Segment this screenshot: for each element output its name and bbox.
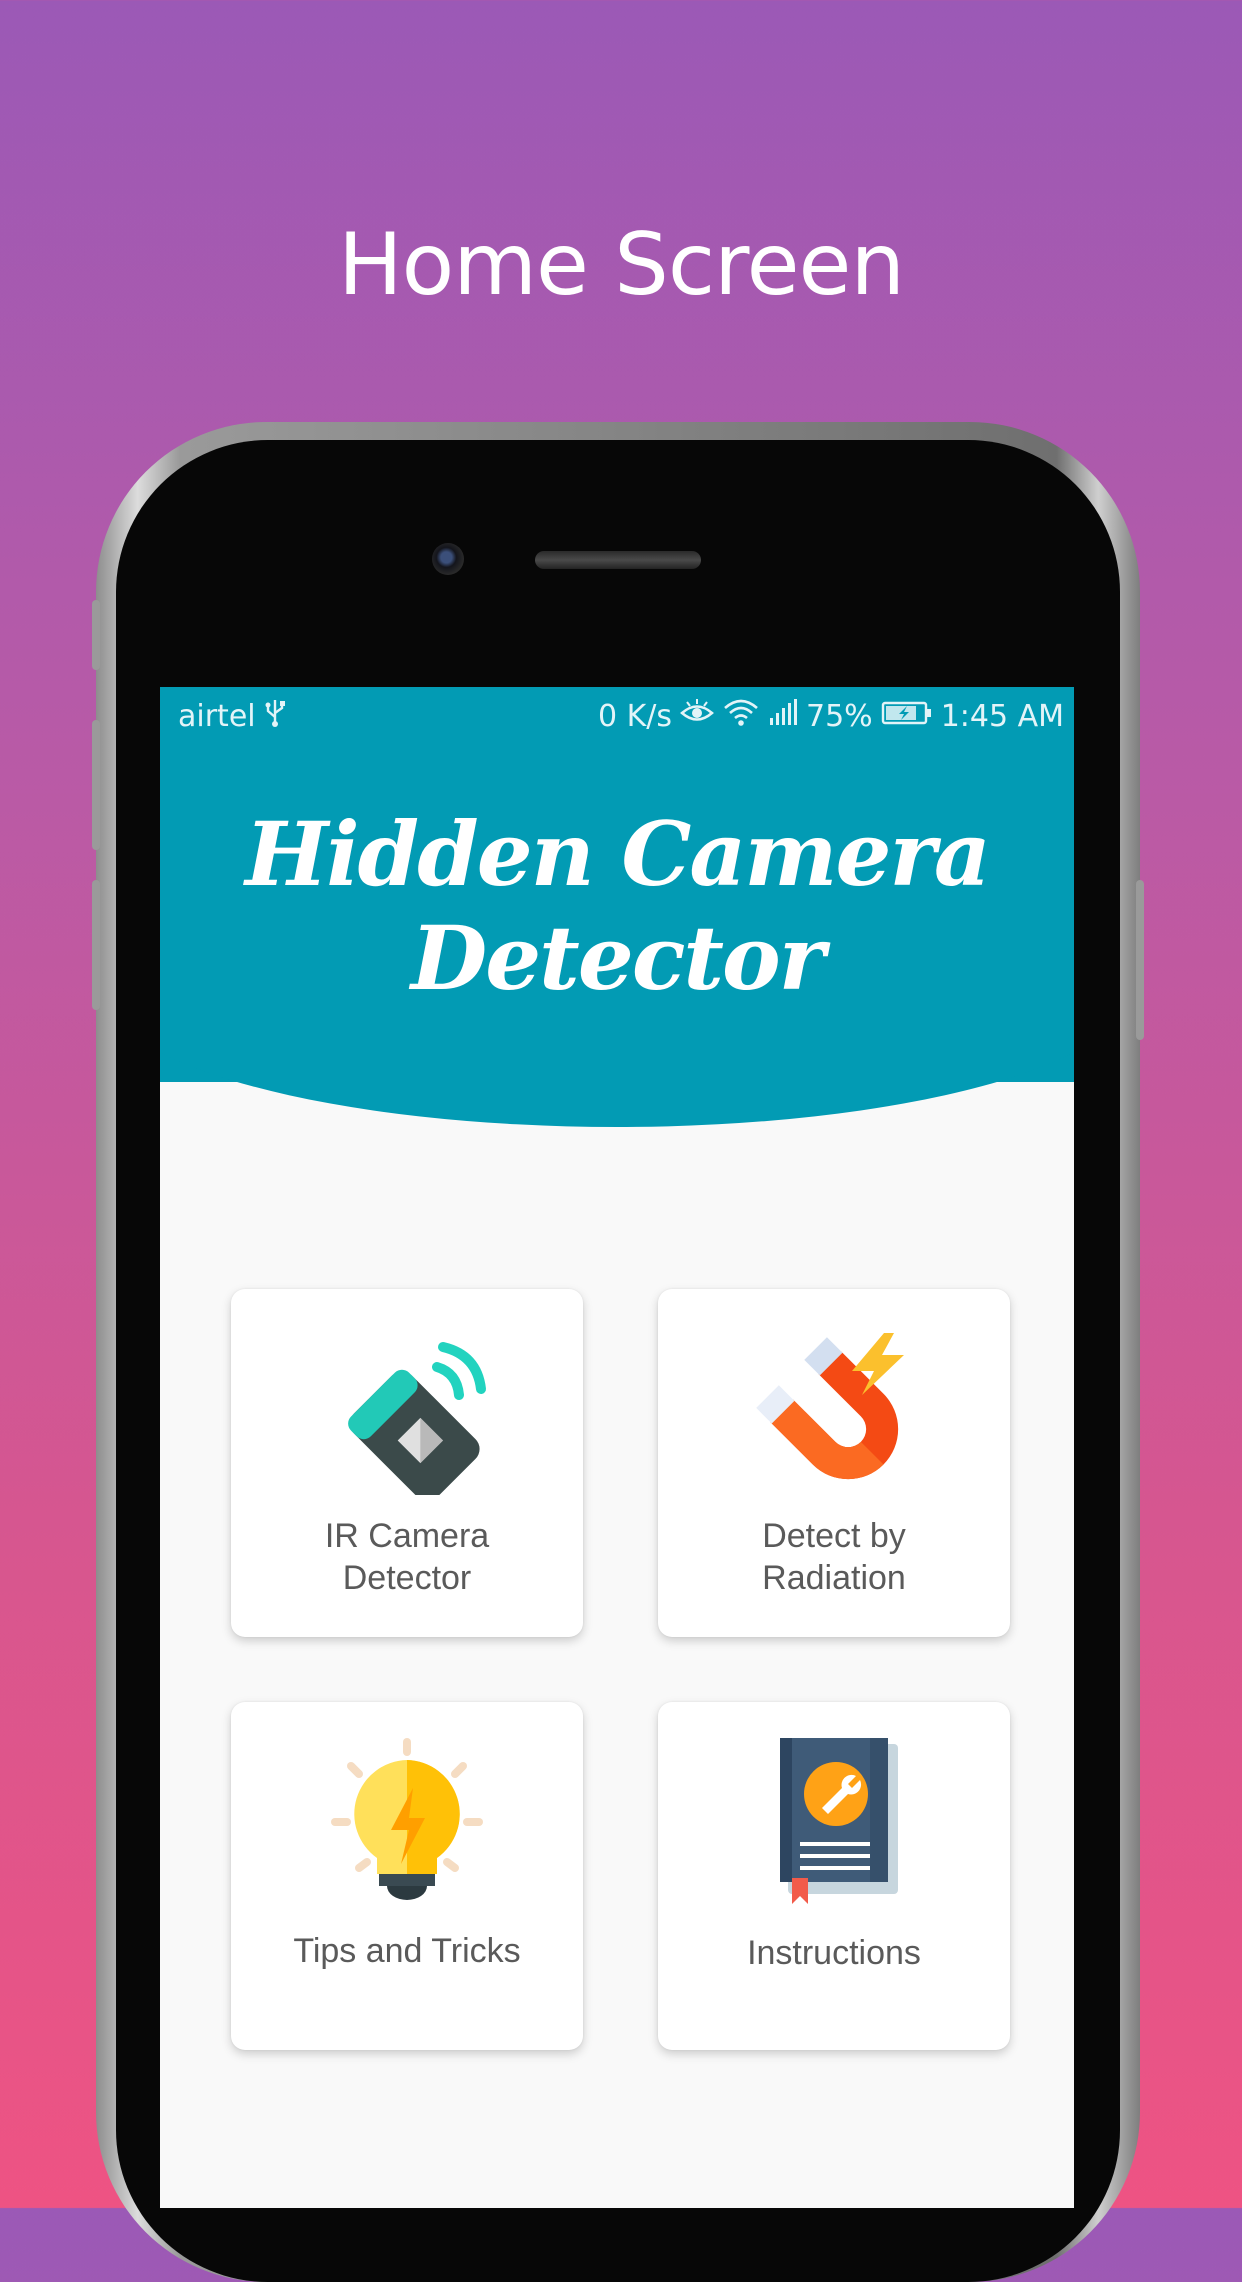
app-title-line1: Hidden Camera xyxy=(245,802,991,906)
network-speed: 0 K/s xyxy=(597,698,672,734)
wifi-icon xyxy=(722,697,760,735)
battery-percent: 75% xyxy=(806,698,873,734)
detect-by-radiation-card[interactable]: Detect by Radiation xyxy=(658,1289,1010,1637)
eye-icon xyxy=(680,698,714,734)
status-bar: airtel 0 K/s 75% 1:45 AM xyxy=(160,687,1074,741)
front-camera xyxy=(432,543,464,575)
app-header: airtel 0 K/s 75% 1:45 AM Hidden Camera D… xyxy=(160,687,1074,1127)
manual-book-icon xyxy=(658,1738,1010,1908)
battery-charging-icon xyxy=(881,699,933,734)
phone-volume-down xyxy=(92,880,100,1010)
label-line: Instructions xyxy=(747,1934,921,1972)
phone-power-button xyxy=(1136,880,1144,1040)
instructions-card[interactable]: Instructions xyxy=(658,1702,1010,2050)
tips-and-tricks-label: Tips and Tricks xyxy=(251,1930,563,1972)
phone-side-button xyxy=(92,600,100,670)
earpiece-speaker xyxy=(535,551,701,569)
phone-volume-up xyxy=(92,720,100,850)
usb-icon xyxy=(264,697,286,735)
app-title: Hidden Camera Detector xyxy=(160,802,1074,1010)
label-line: Detect by xyxy=(762,1517,906,1555)
carrier-label: airtel xyxy=(178,698,256,734)
ir-camera-detector-card[interactable]: IR Camera Detector xyxy=(231,1289,583,1637)
detect-by-radiation-label: Detect by Radiation xyxy=(678,1515,990,1599)
instructions-label: Instructions xyxy=(678,1932,990,1974)
magnet-icon xyxy=(658,1325,1010,1495)
label-line: Tips and Tricks xyxy=(293,1932,521,1970)
signal-icon xyxy=(768,698,798,734)
ir-remote-icon xyxy=(231,1325,583,1495)
clock: 1:45 AM xyxy=(940,698,1064,734)
label-line: Radiation xyxy=(762,1559,906,1597)
label-line: Detector xyxy=(342,1559,472,1597)
ir-camera-detector-label: IR Camera Detector xyxy=(251,1515,563,1599)
app-screen: airtel 0 K/s 75% 1:45 AM Hidden Camera D… xyxy=(160,687,1074,2208)
app-title-line2: Detector xyxy=(410,906,825,1010)
promo-title: Home Screen xyxy=(338,215,905,315)
label-line: IR Camera xyxy=(324,1517,490,1555)
lightbulb-icon xyxy=(231,1738,583,1908)
tips-and-tricks-card[interactable]: Tips and Tricks xyxy=(231,1702,583,2050)
